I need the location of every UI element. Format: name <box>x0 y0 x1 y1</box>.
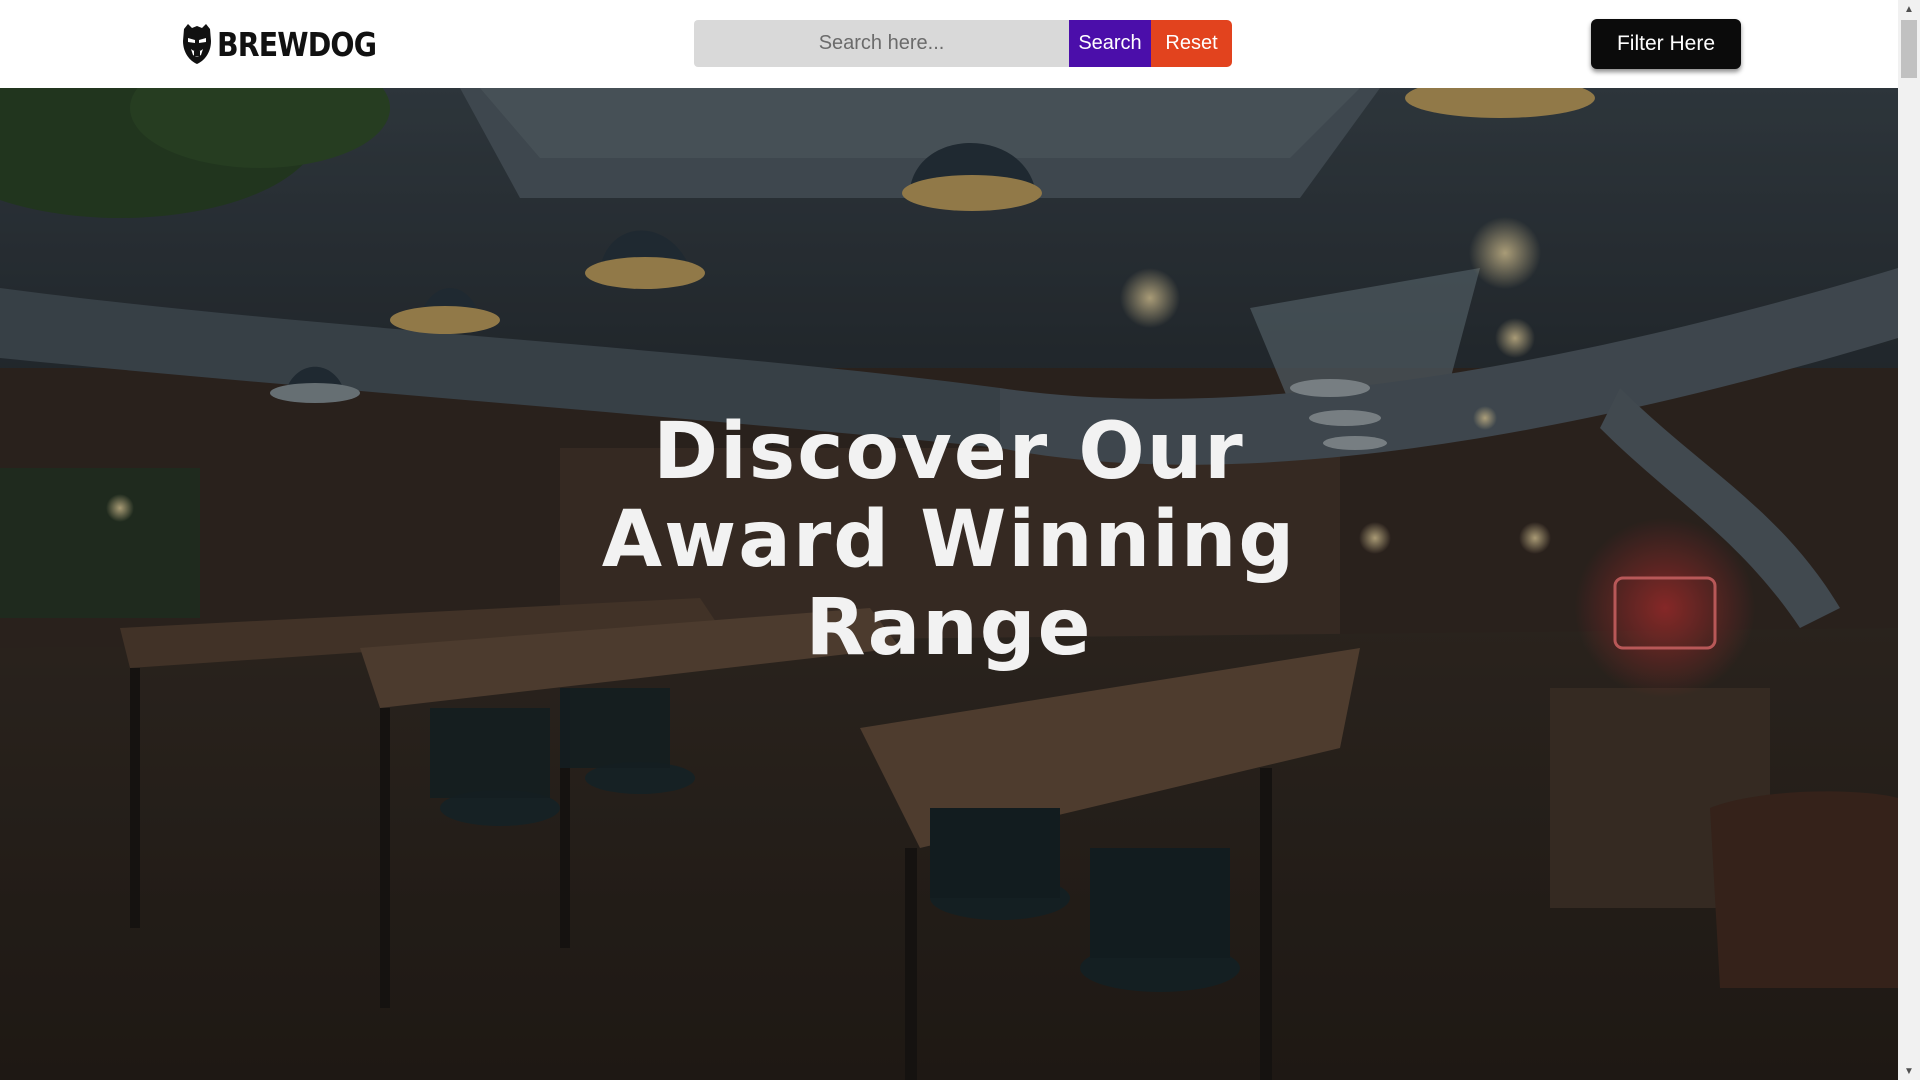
brand-logo[interactable]: BREWDOG <box>180 22 402 66</box>
hero-heading-line-2: Award Winning <box>601 495 1297 585</box>
search-input[interactable] <box>694 20 1069 67</box>
scrollbar-thumb[interactable] <box>1901 20 1917 78</box>
scroll-up-arrow-icon[interactable]: ▲ <box>1898 0 1920 18</box>
page: BREWDOG Search Reset Filter Here <box>0 0 1920 1080</box>
top-navbar: BREWDOG Search Reset Filter Here <box>0 0 1898 88</box>
brewdog-head-icon <box>183 24 211 64</box>
scroll-down-arrow-icon[interactable]: ▼ <box>1898 1062 1920 1080</box>
hero-heading-line-1: Discover Our <box>653 407 1245 497</box>
brand-wordmark: BREWDOG <box>217 24 377 64</box>
filter-button[interactable]: Filter Here <box>1591 19 1741 69</box>
reset-button[interactable]: Reset <box>1151 20 1232 67</box>
page-scrollbar[interactable]: ▲ ▼ <box>1898 0 1920 1080</box>
hero-heading: Discover Our Award Winning Range <box>549 408 1349 672</box>
search-bar: Search Reset <box>694 20 1232 67</box>
hero-banner: Discover Our Award Winning Range <box>0 88 1898 1080</box>
hero-heading-line-3: Range <box>805 583 1093 673</box>
search-button[interactable]: Search <box>1069 20 1151 67</box>
